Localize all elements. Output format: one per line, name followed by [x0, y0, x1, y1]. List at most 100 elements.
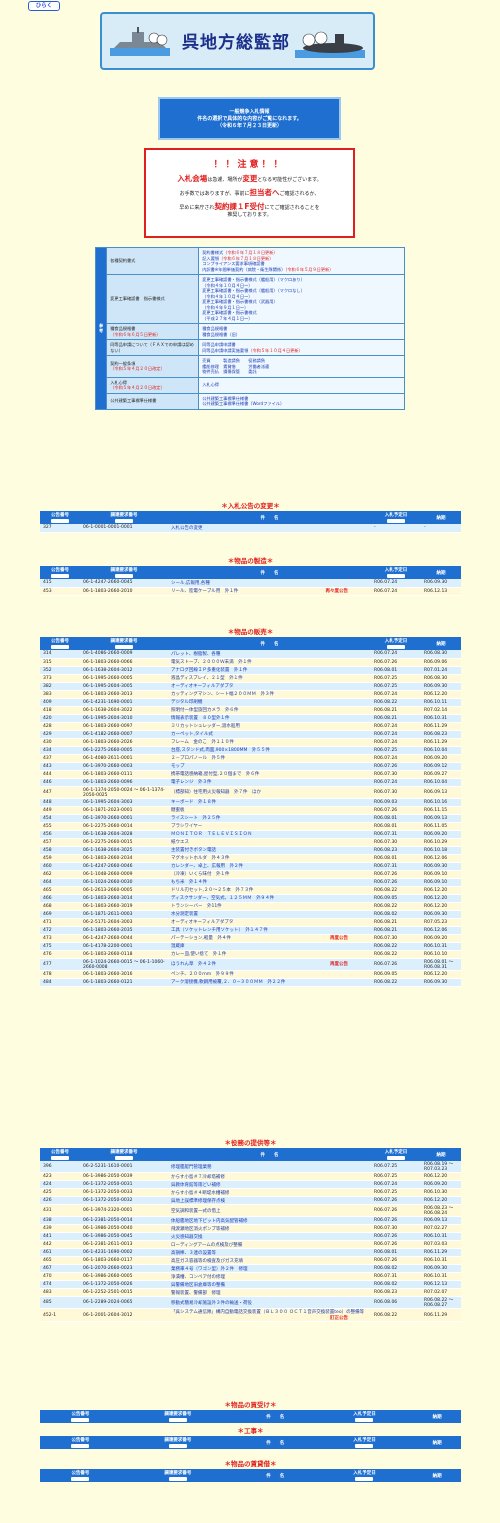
sort-button[interactable] [71, 1477, 90, 1481]
sort-button[interactable] [115, 574, 133, 578]
sort-button[interactable] [168, 1418, 187, 1422]
item-name-link[interactable]: オーディオキーフィルアダプタ [168, 682, 371, 691]
reference-link[interactable]: 同等品申請申請実施要領（令和５年１０月４日更新） [202, 348, 401, 354]
item-name-link[interactable]: アナログ回線ＩＰ多重化装置 外１件 [168, 666, 371, 675]
sort-button[interactable] [387, 645, 405, 649]
item-name-link[interactable]: 修理艦艇門管理業務 [168, 1161, 371, 1173]
item-name-link[interactable]: 高圧ガス容器等の検査及びガス充填 [168, 1256, 371, 1265]
reference-link[interactable]: 内訳書※年間単価契約（病院・衛生隊関係）（令和６年５月９日更新） [202, 267, 401, 273]
item-name-link[interactable]: 入札公告の変更 [168, 524, 371, 533]
item-name-link[interactable]: ライスシート 外２５件 [168, 814, 371, 823]
item-name-link[interactable]: パーテーション,軽量 外４件 再度公告 [168, 934, 371, 943]
item-name-link[interactable]: マグネットホルダ 外４３件 [168, 854, 371, 863]
sort-button[interactable] [168, 1444, 187, 1448]
sort-button[interactable] [115, 645, 133, 649]
item-name-link[interactable]: ミリカットシュレッダー,溶水船用 [168, 722, 371, 731]
sort-button[interactable] [355, 1477, 374, 1481]
item-name-link[interactable]: オーディオキーフィルアダプタ [168, 918, 371, 927]
item-name-link[interactable]: （標部知）住宅用火災報知器 外７件 ほか [168, 786, 371, 799]
item-name-link[interactable]: 携帯電話感納箱,屋付型,２０個まで 外６件 [168, 770, 371, 779]
item-name-link[interactable]: 体船艦地区地下ピット内高気配管補修 [168, 1216, 371, 1225]
item-name-link[interactable]: 空気調和装置一式の借上 [168, 1204, 371, 1217]
item-name-link[interactable]: 照明付一体型旋回カメラ 外６件 [168, 706, 371, 715]
item-name-link[interactable]: 主装置付きボタン電話 [168, 846, 371, 855]
item-name-link[interactable]: 飛渡瀬地区消火ポンプ等補修 [168, 1224, 371, 1233]
reference-link[interactable]: 種食品規格書（旧） [202, 332, 401, 338]
sort-button[interactable] [355, 1444, 374, 1448]
item-name-link[interactable]: カッティングマシン、シート幅２００ＭＭ 外３件 [168, 690, 371, 699]
bid-date: R06.07.26 [371, 878, 421, 887]
item-name-link[interactable]: アーク溶接機,軟鋼用被覆,２．０−３００ＭＭ 外２２件 [168, 978, 371, 987]
delivery-date: R06.10.18 [421, 846, 461, 855]
reference-link[interactable]: （平成２７年４月１日〜） [202, 316, 401, 322]
item-name-link[interactable]: パレット、樹脂製、各種 [168, 650, 371, 659]
sort-button[interactable] [168, 1477, 187, 1481]
item-name-link[interactable]: 移動式簡易冷却施設外３件の輸送・荷役 [168, 1296, 371, 1309]
sort-button[interactable] [71, 1418, 90, 1422]
item-name-link[interactable]: キーボード 外１８件 [168, 798, 371, 807]
item-name-link[interactable]: 浄潰槽、コンベア付の修理 [168, 1272, 371, 1281]
reference-link[interactable]: 物件売払 損傷保管 委託 [202, 369, 401, 375]
item-name-link[interactable]: カーペット,タイル式 [168, 730, 371, 739]
item-name-link[interactable]: ２－プロパノール 外５件 [168, 754, 371, 763]
update-notice: 一般競争入札情報 件名の選択で具体的な内容がご覧になれます。 （令和６年７月２３… [158, 97, 341, 140]
item-name-link[interactable]: カレー皿,使い捨て 外１件 [168, 950, 371, 959]
notice-number: 442 [40, 1240, 80, 1249]
sort-button[interactable] [51, 645, 69, 649]
item-name-link[interactable]: ディスクサンダー、空気式、１２５ＭＭ 外９４件 [168, 894, 371, 903]
item-name-link[interactable]: 温蔵庫 [168, 942, 371, 951]
item-name-link[interactable]: デジタル印刷機 [168, 698, 371, 707]
item-name-link[interactable]: 液晶ディスプレイ、２１型 外１件 [168, 674, 371, 683]
reference-link[interactable]: 入札心得 [202, 382, 401, 388]
sort-button[interactable] [51, 1156, 69, 1160]
sort-button[interactable] [115, 519, 133, 523]
item-name-link[interactable]: モップ [168, 762, 371, 771]
item-name-link[interactable]: からす小島＃７冷却塔補修 [168, 1172, 371, 1181]
item-name-link[interactable]: ペンチ、２００ｍｍ 外９９件 [168, 970, 371, 979]
item-name-link[interactable]: ＭＯＮＩＴＯＲ ＴＥＬＥＶＩＳＩＯＮ [168, 830, 371, 839]
item-name-link[interactable]: 呉警備地区旧倉庫等の整備 [168, 1280, 371, 1289]
item-name-link[interactable]: 工具（ソケットレンチ用ソケット） 外１４７件 [168, 926, 371, 935]
item-name-link[interactable]: ほうれん草 外４２件 再度公告 [168, 958, 371, 971]
item-name-link[interactable]: 呉地上誤標準修理保存点検 [168, 1196, 371, 1205]
item-name-link[interactable]: リール、陸電ケーブル用 外１件 再々度公告 [168, 587, 371, 596]
item-name-link[interactable]: ローディングアームの点検及び整備 [168, 1240, 371, 1249]
item-name-link[interactable]: 火災感知器交換 [168, 1232, 371, 1241]
notice-number: 441 [40, 1232, 80, 1241]
notice-number: 415 [40, 579, 80, 588]
sort-button[interactable] [51, 519, 69, 523]
item-name-link[interactable]: カレンダー、卓上、広報用 外２件 [168, 862, 371, 871]
sort-button[interactable] [387, 1156, 405, 1160]
item-name-link[interactable]: 台座,スタンド式,両面,900×1800MM 外５５件 [168, 746, 371, 755]
sort-button[interactable] [355, 1418, 374, 1422]
item-name-link[interactable]: フレーム 金のこ 外１１０件 [168, 738, 371, 747]
open-button[interactable]: ひらく [28, 1, 60, 11]
sort-button[interactable] [71, 1444, 90, 1448]
item-name-link[interactable]: シール,広報用,各種 [168, 579, 371, 588]
reference-link[interactable]: 公共建築工事標準仕様書（Wordファイル） [202, 401, 401, 407]
item-name-link[interactable]: 高損棒、３連の設置等 [168, 1248, 371, 1257]
sort-button[interactable] [51, 574, 69, 578]
sort-button[interactable] [115, 1156, 133, 1160]
item-name-link[interactable]: 糖蜜板 [168, 806, 371, 815]
item-name-link[interactable]: 警報装置、警備部 修理 [168, 1288, 371, 1297]
item-name-link[interactable]: 電子レンジ 外３件 [168, 778, 371, 787]
table-row: 468 06-1-1803-2660-3019 トランシーバー 外11件 R06.08… [40, 902, 461, 911]
item-name-link[interactable]: ブラシワイヤー [168, 822, 371, 831]
item-name-link[interactable]: 「呉システム通信隊」構内自動電話交換装置（ＢＬ３００ ＯＣＴ１音声交換装置teo… [168, 1308, 371, 1322]
item-name-link[interactable]: 業務車４号（ワゴン型）外２件 修理 [168, 1264, 371, 1273]
item-name-link[interactable]: 電気ストーブ、２０００Ｗ未満 外１件 [168, 658, 371, 667]
item-name-link[interactable]: ドリル刃セット,２０〜２５本 外７３件 [168, 886, 371, 895]
item-name-link[interactable]: 情報表示装置 ８０型外１件 [168, 714, 371, 723]
item-name-link[interactable]: もち米 外１４件 [168, 878, 371, 887]
section-title: ＊工事＊ [237, 1427, 264, 1435]
item-name-link[interactable]: 紙ウエス [168, 838, 371, 847]
item-name-link[interactable]: トランシーバー 外11件 [168, 902, 371, 911]
item-name-link[interactable]: 呉教体育館等雨どい補修 [168, 1180, 371, 1189]
sort-button[interactable] [387, 519, 405, 523]
item-name-link[interactable]: 水分測定装置 [168, 910, 371, 919]
item-name-link[interactable]: からす小島＃４断堤水槽補修 [168, 1188, 371, 1197]
sort-button[interactable] [387, 574, 405, 578]
notice-number: 434 [40, 746, 80, 755]
item-name-link[interactable]: （冷凍）いくら味付 外１件 [168, 870, 371, 879]
